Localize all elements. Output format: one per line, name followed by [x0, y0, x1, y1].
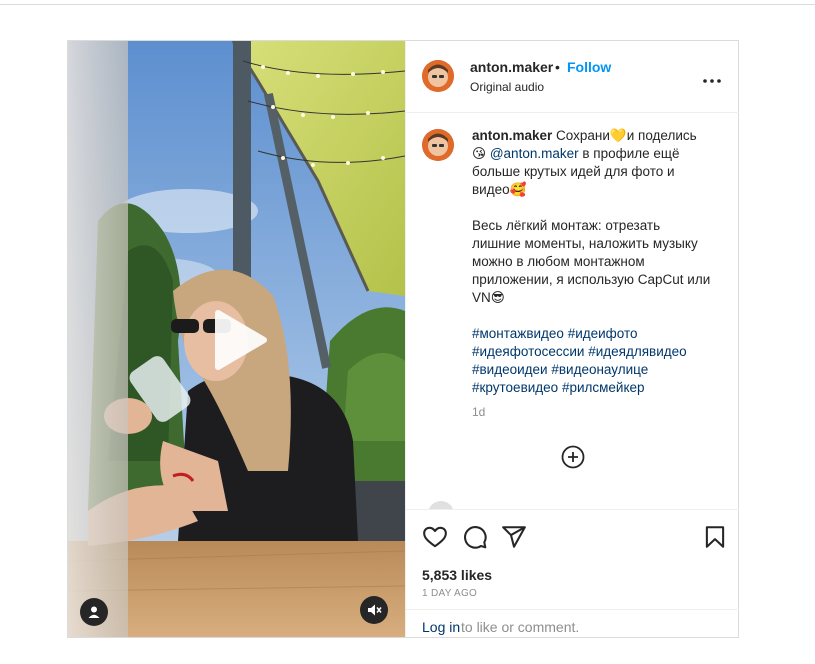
bookmark-icon — [705, 526, 725, 548]
kiss-emoji: 😘 — [472, 146, 487, 162]
likes-count[interactable]: 5,853 likes — [422, 567, 492, 583]
next-comment-avatar — [428, 501, 454, 509]
love-emoji: 🥰 — [509, 182, 527, 198]
avatar-image — [422, 129, 454, 161]
author-username[interactable]: anton.maker — [470, 59, 553, 75]
hashtag-link[interactable]: #видеонаулице — [551, 362, 648, 377]
comment-button[interactable] — [462, 524, 488, 550]
post-caption: anton.maker Сохрани💛и поделись 😘 @anton.… — [472, 127, 712, 397]
login-prompt: Log in to like or comment. — [406, 609, 739, 638]
share-icon — [502, 526, 526, 548]
login-link[interactable]: Log in — [422, 619, 460, 635]
add-comment-icon — [561, 445, 585, 469]
caption-text: Сохрани — [556, 128, 610, 143]
caption-text: и поделись — [626, 128, 697, 143]
mention-link[interactable]: @anton.maker — [490, 146, 579, 161]
play-icon — [215, 310, 267, 370]
caption-area: anton.maker Сохрани💛и поделись 😘 @anton.… — [406, 113, 739, 509]
reel-video[interactable] — [68, 41, 405, 637]
separator-dot: • — [555, 59, 560, 75]
hashtag-link[interactable]: #идеифото — [568, 326, 638, 341]
heart-icon — [423, 526, 447, 548]
audio-label[interactable]: Original audio — [470, 80, 544, 94]
hashtag-link[interactable]: #крутоевидео — [472, 380, 558, 395]
user-tag-icon — [88, 606, 100, 618]
hashtag-list: #монтажвидео #идеифото #идеяфотосессии #… — [472, 325, 712, 397]
hashtag-link[interactable]: #видеоидеи — [472, 362, 548, 377]
comment-icon — [464, 526, 487, 549]
post-header: anton.maker • Follow Original audio — [406, 41, 739, 113]
cool-emoji: 😎 — [490, 290, 505, 306]
more-icon — [703, 79, 721, 83]
login-prompt-text: to like or comment. — [461, 619, 580, 635]
caption-timestamp: 1d — [472, 405, 486, 419]
caption-paragraph: Весь лёгкий монтаж: отрезать лишние моме… — [472, 218, 711, 305]
hashtag-link[interactable]: #идеядлявидео — [588, 344, 686, 359]
follow-button[interactable]: Follow — [567, 59, 611, 75]
mute-icon — [368, 604, 382, 616]
post-timestamp[interactable]: 1 DAY AGO — [422, 588, 477, 599]
load-more-comments-button[interactable] — [561, 445, 585, 469]
play-button[interactable] — [204, 307, 270, 373]
mute-button[interactable] — [360, 596, 388, 624]
caption-avatar[interactable] — [422, 129, 454, 161]
share-button[interactable] — [501, 524, 527, 550]
yellow-heart-emoji: 💛 — [609, 128, 627, 144]
post-sidebar: anton.maker • Follow Original audio anto… — [405, 41, 739, 637]
more-options-button[interactable] — [702, 71, 722, 83]
hashtag-link[interactable]: #рилсмейкер — [562, 380, 645, 395]
hashtag-link[interactable]: #монтажвидео — [472, 326, 564, 341]
post-card: anton.maker • Follow Original audio anto… — [67, 40, 739, 638]
tagged-users-button[interactable] — [80, 598, 108, 626]
caption-username[interactable]: anton.maker — [472, 128, 552, 143]
hashtag-link[interactable]: #идеяфотосессии — [472, 344, 584, 359]
save-button[interactable] — [702, 524, 728, 550]
author-avatar[interactable] — [422, 60, 454, 92]
post-actions: 5,853 likes 1 DAY AGO Log in to like or … — [406, 509, 739, 637]
avatar-image — [422, 60, 454, 92]
like-button[interactable] — [422, 524, 448, 550]
top-divider — [0, 4, 815, 5]
